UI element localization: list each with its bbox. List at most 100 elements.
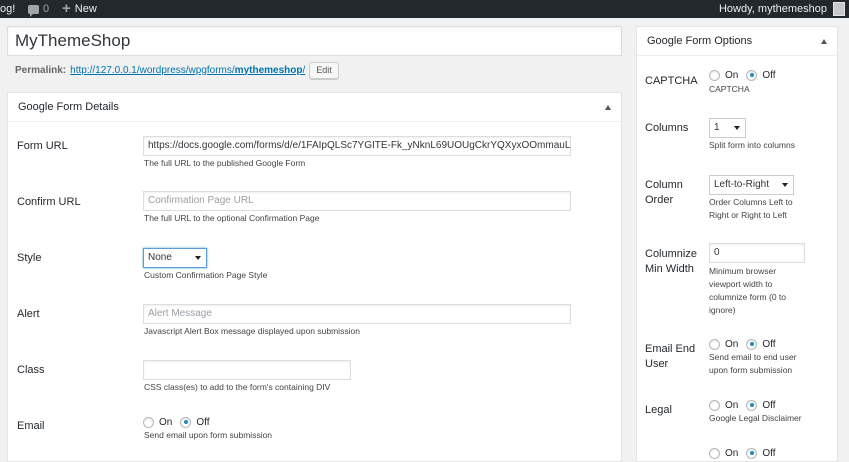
form-url-desc: The full URL to the published Google For… <box>144 158 306 168</box>
legal-on-radio[interactable] <box>709 399 720 411</box>
captcha-off-radio[interactable] <box>746 69 758 81</box>
next-option-on-radio[interactable] <box>709 447 720 459</box>
chevron-down-icon <box>195 256 201 260</box>
style-label: Style <box>17 252 42 264</box>
column-order-label-line1: Column <box>645 179 683 191</box>
chevron-down-icon <box>782 183 788 187</box>
email-on-radio[interactable] <box>143 416 154 428</box>
options-panel-title: Google Form Options <box>647 35 753 47</box>
edit-permalink-button[interactable]: Edit <box>309 61 339 79</box>
site-name: og! <box>0 3 16 15</box>
collapse-arrow-icon[interactable] <box>605 105 611 110</box>
details-panel-title: Google Form Details <box>18 101 119 113</box>
legal-off-radio[interactable] <box>746 399 758 411</box>
confirm-url-input[interactable]: Confirmation Page URL <box>143 191 571 211</box>
form-url-label: Form URL <box>17 140 68 152</box>
howdy-text: Howdy, mythemeshop <box>718 3 827 15</box>
column-order-label: Column Order <box>645 178 683 208</box>
captcha-label: CAPTCHA <box>645 75 698 87</box>
columnize-min-width-input[interactable]: 0 <box>709 243 805 263</box>
email-end-user-off-radio[interactable] <box>746 338 758 350</box>
permalink-base: http://127.0.0.1/wordpress/wpgforms/ <box>70 64 235 76</box>
permalink-link[interactable]: http://127.0.0.1/wordpress/wpgforms/myth… <box>70 65 305 76</box>
options-panel-header[interactable]: Google Form Options <box>637 27 837 56</box>
captcha-on-radio[interactable] <box>709 69 720 81</box>
comment-icon <box>28 4 39 17</box>
permalink-slash: / <box>302 64 306 76</box>
columnize-label: Columnize Min Width <box>645 247 697 277</box>
columns-select[interactable]: 1 <box>709 118 746 138</box>
email-end-user-label-line2: User <box>645 358 669 370</box>
email-off-radio[interactable] <box>180 416 192 428</box>
style-desc: Custom Confirmation Page Style <box>144 270 268 280</box>
permalink-row: Permalink: http://127.0.0.1/wordpress/wp… <box>15 61 339 79</box>
columnize-desc-line4: ignore) <box>709 305 736 315</box>
email-end-user-on-radio[interactable] <box>709 338 720 350</box>
column-order-select[interactable]: Left-to-Right <box>709 175 794 195</box>
class-desc: CSS class(es) to add to the form's conta… <box>144 382 331 392</box>
confirm-url-label: Confirm URL <box>17 196 81 208</box>
columns-label: Columns <box>645 122 689 134</box>
collapse-arrow-icon[interactable] <box>821 39 827 44</box>
class-input[interactable] <box>143 360 351 380</box>
column-order-desc-line2: Right or Right to Left <box>709 210 787 220</box>
email-end-user-radio-group: On Off <box>709 337 784 351</box>
email-off-label: Off <box>196 416 210 428</box>
columnize-desc-line2: viewport width to <box>709 279 773 289</box>
site-name-link[interactable]: og! <box>0 0 15 18</box>
columnize-desc-line1: Minimum browser <box>709 266 777 276</box>
legal-radio-group: On Off <box>709 398 784 412</box>
alert-input[interactable]: Alert Message <box>143 304 571 324</box>
post-title-input[interactable]: MyThemeShop <box>7 26 622 56</box>
captcha-off-label: Off <box>762 69 776 81</box>
captcha-radio-group: On Off <box>709 68 784 82</box>
email-radio-group: On Off <box>143 415 218 429</box>
next-option-off-label: Off <box>762 447 776 459</box>
column-order-label-line2: Order <box>645 194 674 206</box>
next-option-radio-group: On Off <box>709 446 784 460</box>
confirm-url-desc: The full URL to the optional Confirmatio… <box>144 213 320 223</box>
email-end-user-desc-line1: Send email to end user <box>709 352 797 362</box>
new-content-link[interactable]: + New <box>62 0 97 18</box>
next-option-on-label: On <box>725 447 739 459</box>
next-option-off-radio[interactable] <box>746 447 758 459</box>
admin-bar: og! 0 + New Howdy, mythemeshop <box>0 0 849 18</box>
alert-label: Alert <box>17 308 40 320</box>
details-panel-header[interactable]: Google Form Details <box>8 93 621 122</box>
email-on-label: On <box>159 416 173 428</box>
alert-desc: Javascript Alert Box message displayed u… <box>144 326 360 336</box>
email-label: Email <box>17 420 45 432</box>
email-end-user-desc: Send email to end user upon form submiss… <box>709 351 796 377</box>
column-order-select-value: Left-to-Right <box>714 179 770 190</box>
email-desc: Send email upon form submission <box>144 430 273 440</box>
form-url-input[interactable]: https://docs.google.com/forms/d/e/1FAIpQ… <box>143 136 571 156</box>
email-end-user-on-label: On <box>725 338 739 350</box>
columnize-label-line2: Min Width <box>645 263 694 275</box>
style-select-value: None <box>148 252 172 263</box>
columns-select-value: 1 <box>714 122 720 133</box>
avatar <box>833 2 845 16</box>
legal-desc: Google Legal Disclaimer <box>709 413 802 423</box>
legal-label: Legal <box>645 404 672 416</box>
chevron-down-icon <box>734 126 740 130</box>
column-order-desc-line1: Order Columns Left to <box>709 197 793 207</box>
class-label: Class <box>17 364 45 376</box>
email-end-user-label: Email End User <box>645 342 695 372</box>
columnize-label-line1: Columnize <box>645 248 697 260</box>
my-account-link[interactable]: Howdy, mythemeshop <box>719 0 845 18</box>
new-label: New <box>74 3 97 15</box>
legal-off-label: Off <box>762 399 776 411</box>
permalink-label: Permalink: <box>15 64 67 76</box>
captcha-desc: CAPTCHA <box>709 84 750 94</box>
plus-icon: + <box>62 0 71 17</box>
email-end-user-desc-line2: upon form submission <box>709 365 793 375</box>
comments-count: 0 <box>43 3 50 15</box>
captcha-on-label: On <box>725 69 739 81</box>
legal-on-label: On <box>725 399 739 411</box>
comments-link[interactable]: 0 <box>28 0 49 18</box>
email-end-user-label-line1: Email End <box>645 343 696 355</box>
columnize-desc: Minimum browser viewport width to column… <box>709 265 786 317</box>
style-select[interactable]: None <box>143 248 207 268</box>
email-end-user-off-label: Off <box>762 338 776 350</box>
columns-desc: Split form into columns <box>709 140 795 150</box>
